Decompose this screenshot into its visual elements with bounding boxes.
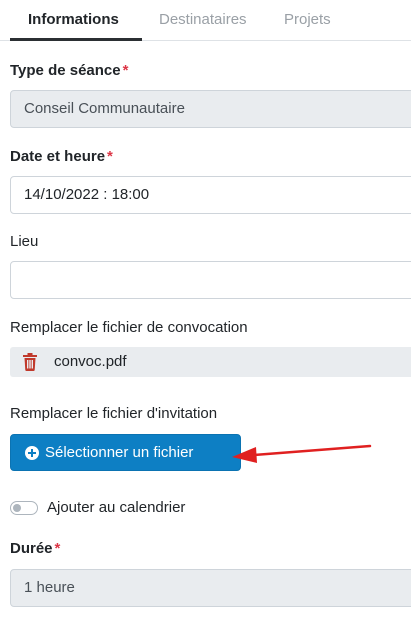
required-mark: * xyxy=(122,62,129,79)
red-arrow-annotation xyxy=(232,444,372,463)
active-tab-indicator xyxy=(10,38,142,41)
required-mark: * xyxy=(107,148,113,165)
convocation-file-row: convoc.pdf xyxy=(10,347,411,377)
date-heure-label: Date et heure * xyxy=(10,148,113,165)
convocation-label: Remplacer le fichier de convocation xyxy=(10,319,248,336)
tab-informations[interactable]: Informations xyxy=(28,0,119,39)
duree-select[interactable]: 1 heure xyxy=(10,569,411,607)
select-file-button[interactable]: Sélectionner un fichier xyxy=(10,434,241,471)
meeting-form-page: Informations Destinataires Projets Type … xyxy=(0,0,411,617)
trash-icon[interactable] xyxy=(22,353,38,371)
tab-projets[interactable]: Projets xyxy=(284,0,331,39)
convocation-file-name: convoc.pdf xyxy=(54,353,127,370)
select-file-button-label: Sélectionner un fichier xyxy=(45,444,194,461)
calendar-toggle-label: Ajouter au calendrier xyxy=(47,499,186,516)
calendar-toggle[interactable] xyxy=(10,501,38,515)
lieu-input[interactable] xyxy=(10,261,411,299)
lieu-label: Lieu xyxy=(10,233,39,250)
invitation-label: Remplacer le fichier d'invitation xyxy=(10,405,218,422)
type-seance-select[interactable]: Conseil Communautaire xyxy=(10,90,411,128)
plus-circle-icon xyxy=(25,446,39,460)
date-heure-input[interactable]: 14/10/2022 : 18:00 xyxy=(10,176,411,214)
type-seance-label: Type de séance * xyxy=(10,62,129,79)
tab-destinataires[interactable]: Destinataires xyxy=(159,0,247,39)
duree-label: Durée * xyxy=(10,540,61,557)
required-mark: * xyxy=(54,540,61,557)
tab-bar: Informations Destinataires Projets xyxy=(0,0,411,41)
toggle-knob xyxy=(13,504,21,512)
